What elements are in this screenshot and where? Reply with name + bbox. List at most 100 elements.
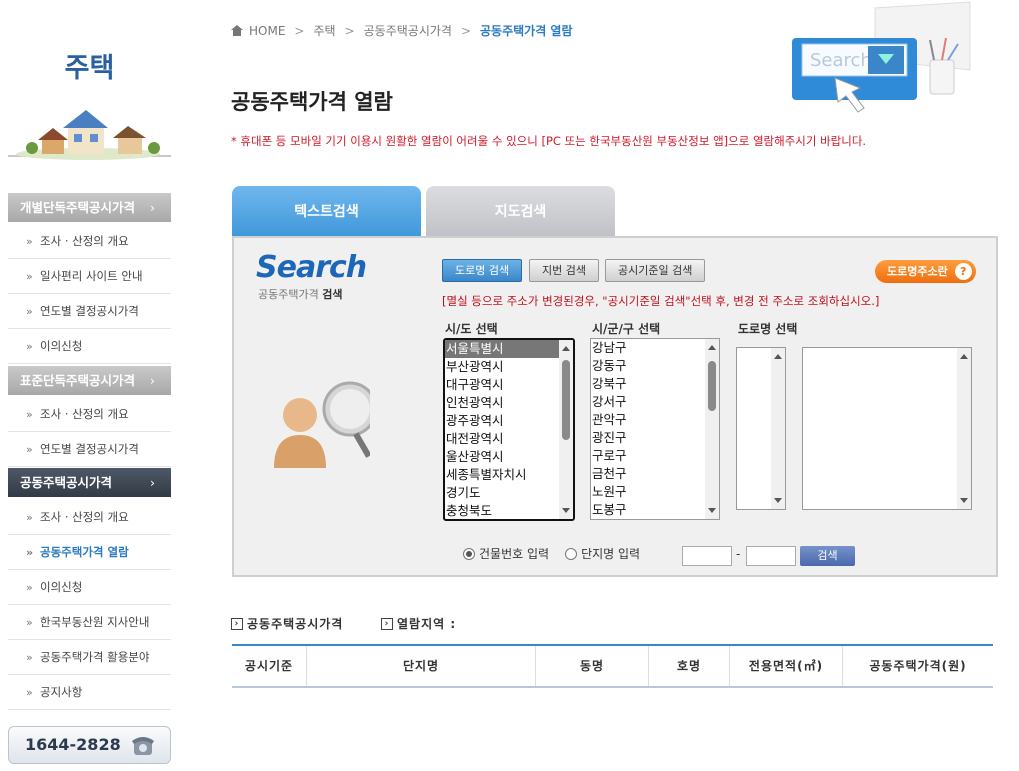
select-option[interactable]: 울산광역시 — [445, 448, 573, 466]
select-option[interactable]: 광진구 — [591, 429, 719, 447]
column-header: 단지명 — [307, 646, 536, 686]
phone-banner[interactable]: 1644-2828 — [8, 726, 171, 764]
select-option[interactable]: 세종특별자치시 — [445, 466, 573, 484]
sidebar-section-label: 개별단독주택공시가격 — [20, 200, 136, 215]
select-option[interactable]: 관악구 — [591, 411, 719, 429]
radio-building-number[interactable] — [463, 547, 475, 560]
sidebar-item-price-usage[interactable]: 공동주택가격 활용분야 — [8, 640, 171, 675]
deco-search-text: Search — [810, 50, 872, 71]
breadcrumb-separator: > — [344, 23, 355, 38]
search-button[interactable]: 검색 — [800, 546, 855, 566]
sidebar-item-survey-overview[interactable]: 조사 · 산정의 개요 — [8, 397, 171, 432]
radio-building-label: 건물번호 입력 — [479, 547, 550, 561]
select-option[interactable]: 부산광역시 — [445, 358, 573, 376]
chevron-right-icon: › — [150, 475, 155, 490]
building-sub-number-input[interactable] — [746, 546, 796, 566]
select-option[interactable]: 구로구 — [591, 447, 719, 465]
select-option[interactable]: 도봉구 — [591, 501, 719, 519]
sidebar-item-notices[interactable]: 공지사항 — [8, 675, 171, 710]
tab-map-search[interactable]: 지도검색 — [426, 186, 615, 238]
column-header: 동명 — [536, 646, 649, 686]
column-header: 전용면적(㎡) — [730, 646, 843, 686]
select-option[interactable]: 노원구 — [591, 483, 719, 501]
search-logo-sub-text: 공동주택가격 — [258, 288, 319, 301]
select-option[interactable]: 인천광역시 — [445, 394, 573, 412]
sidebar-section-individual[interactable]: 개별단독주택공시가격 › — [8, 193, 171, 222]
select-option[interactable]: 금천구 — [591, 465, 719, 483]
search-panel: Search 공동주택가격 검색 도로명 검색 지번 검색 공시기준일 검색 도… — [232, 236, 998, 577]
road-initial-scrollbar[interactable] — [771, 348, 785, 509]
sidebar-item-yearly-price[interactable]: 연도별 결정공시가격 — [8, 432, 171, 467]
sidebar-item-ilsa-site[interactable]: 일사편리 사이트 안내 — [8, 259, 171, 294]
select-option[interactable]: 경기도 — [445, 484, 573, 502]
column-header: 공동주택가격(원) — [869, 659, 967, 673]
select-option[interactable]: 대구광역시 — [445, 376, 573, 394]
sidebar-item-objection[interactable]: 이의신청 — [8, 570, 171, 605]
chevron-right-icon: › — [150, 373, 155, 388]
sidebar-section-label: 표준단독주택공시가격 — [20, 373, 136, 388]
announce-date-search-button[interactable]: 공시기준일 검색 — [605, 259, 706, 282]
sido-label: 시/도 선택 — [445, 322, 498, 336]
sidebar-item-survey-overview[interactable]: 조사 · 산정의 개요 — [8, 224, 171, 259]
telephone-icon — [132, 737, 154, 755]
road-address-help-label: 도로명주소란 — [887, 265, 948, 278]
road-name-search-button[interactable]: 도로명 검색 — [442, 259, 523, 282]
mobile-notice: * 휴대폰 등 모바일 기기 이용시 원활한 열람이 어려울 수 있으니 [PC… — [231, 134, 867, 148]
breadcrumb-level2[interactable]: 공동주택공시가격 — [364, 22, 452, 39]
view-region: › 열람지역 : — [381, 615, 456, 632]
page-title: 공동주택가격 열람 — [231, 90, 393, 114]
sigungu-label: 시/군/구 선택 — [592, 322, 661, 336]
road-initial-select[interactable] — [736, 347, 786, 510]
search-logo-sub-bold: 검색 — [322, 288, 343, 301]
result-title-label: 공동주택공시가격 — [247, 617, 344, 631]
result-table: 공시기준 단지명 동명 호명 전용면적(㎡) 공동주택가격(원) — [232, 644, 993, 688]
phone-number: 1644-2828 — [25, 735, 121, 754]
select-option[interactable]: 충청북도 — [445, 502, 573, 519]
select-option[interactable]: 광주광역시 — [445, 412, 573, 430]
sidebar-section-apartment[interactable]: 공동주택공시가격 › — [8, 468, 171, 497]
breadcrumb: HOME > 주택 > 공동주택공시가격 > 공동주택가격 열람 — [231, 22, 573, 39]
breadcrumb-home[interactable]: HOME — [249, 24, 285, 38]
chevron-right-icon: › — [150, 200, 155, 215]
person-magnifier-icon — [274, 381, 370, 468]
tab-text-search[interactable]: 텍스트검색 — [232, 186, 421, 238]
sigungu-scrollbar[interactable] — [705, 339, 719, 519]
select-option[interactable]: 대전광역시 — [445, 430, 573, 448]
table-header-row: 공시기준 단지명 동명 호명 전용면적(㎡) 공동주택가격(원) — [232, 646, 993, 686]
number-dash: - — [736, 547, 741, 561]
select-option[interactable]: 강서구 — [591, 393, 719, 411]
select-option[interactable]: 강북구 — [591, 375, 719, 393]
sidebar-item-branch-info[interactable]: 한국부동산원 지사안내 — [8, 605, 171, 640]
breadcrumb-level1[interactable]: 주택 — [313, 22, 335, 39]
select-option[interactable]: 강남구 — [591, 339, 719, 357]
sido-select[interactable]: 서울특별시 부산광역시 대구광역시 인천광역시 광주광역시 대전광역시 울산광역시 세종특별자… — [443, 338, 575, 521]
sidebar-section-standard[interactable]: 표준단독주택공시가격 › — [8, 366, 171, 395]
sidebar-item-survey-overview[interactable]: 조사 · 산정의 개요 — [8, 500, 171, 535]
result-title: › 공동주택공시가격 — [231, 615, 343, 632]
address-change-warning: [멸실 등으로 주소가 변경된경우, "공시기준일 검색"선택 후, 변경 전 … — [442, 294, 880, 308]
sidebar: 주택 개별단독주택공시가격 › 조사 · 산정의 개요 일사편리 사이트 안내 … — [8, 0, 171, 771]
road-name-scrollbar[interactable] — [957, 348, 971, 509]
radio-complex-name[interactable] — [565, 547, 578, 560]
lot-number-search-button[interactable]: 지번 검색 — [529, 259, 599, 282]
select-option[interactable]: 서울특별시 — [445, 340, 573, 358]
breadcrumb-separator: > — [460, 23, 472, 38]
building-main-number-input[interactable] — [682, 546, 732, 566]
search-illustration-icon: Search — [792, 1, 971, 113]
breadcrumb-separator: > — [294, 23, 305, 38]
column-header: 호명 — [649, 646, 730, 686]
home-icon — [231, 25, 243, 36]
houses-illustration-icon — [8, 110, 171, 160]
radio-complex-label: 단지명 입력 — [581, 547, 641, 561]
sidebar-title: 주택 — [64, 53, 115, 84]
search-logo-subtitle: 공동주택가격 검색 — [258, 286, 342, 302]
sigungu-select[interactable]: 강남구 강동구 강북구 강서구 관악구 광진구 구로구 금천구 노원구 도봉구 — [590, 338, 720, 520]
road-name-select[interactable] — [802, 347, 972, 510]
sido-scrollbar[interactable] — [559, 340, 573, 519]
sidebar-item-apartment-price-view[interactable]: 공동주택가격 열람 — [8, 535, 171, 570]
select-option[interactable]: 강동구 — [591, 357, 719, 375]
sidebar-item-objection[interactable]: 이의신청 — [8, 329, 171, 364]
road-address-help-button[interactable]: 도로명주소란 ? — [875, 260, 976, 283]
column-header: 공시기준 — [232, 646, 307, 686]
sidebar-item-yearly-price[interactable]: 연도별 결정공시가격 — [8, 294, 171, 329]
